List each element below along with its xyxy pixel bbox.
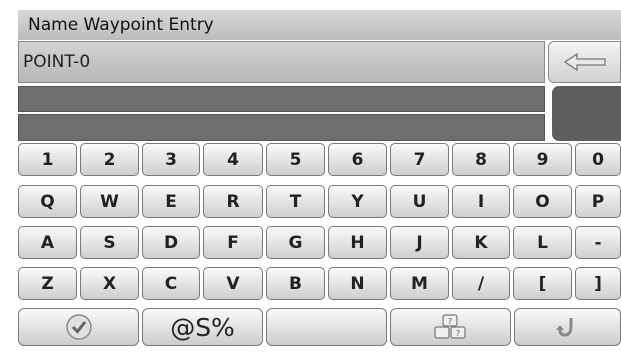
symbols-button[interactable]: @S%	[142, 308, 263, 346]
key-D[interactable]: D	[142, 226, 200, 259]
key-V[interactable]: V	[203, 267, 263, 300]
backspace-button[interactable]	[548, 41, 621, 83]
svg-text:?: ?	[447, 317, 451, 326]
key-F[interactable]: F	[203, 226, 263, 259]
key-X[interactable]: X	[80, 267, 139, 300]
key-2[interactable]: 2	[80, 143, 139, 176]
key-H[interactable]: H	[328, 226, 387, 259]
waypoint-entry-screen: Name Waypoint Entry POINT-0 1234567890 QW…	[0, 0, 621, 352]
key-B[interactable]: B	[266, 267, 325, 300]
space-button[interactable]	[266, 308, 387, 346]
key-P[interactable]: P	[575, 185, 621, 218]
key-3[interactable]: 3	[142, 143, 200, 176]
key-0[interactable]: 0	[575, 143, 621, 176]
key-I[interactable]: I	[452, 185, 510, 218]
keyboard-layout-icon: ? ?	[433, 314, 466, 339]
key-5[interactable]: 5	[266, 143, 325, 176]
key-T[interactable]: T	[266, 185, 325, 218]
key-O[interactable]: O	[513, 185, 572, 218]
key-W[interactable]: W	[80, 185, 139, 218]
key-[[interactable]: [	[513, 267, 572, 300]
key-/[interactable]: /	[452, 267, 510, 300]
key-Q[interactable]: Q	[18, 185, 77, 218]
key-4[interactable]: 4	[203, 143, 263, 176]
side-panel-button[interactable]	[552, 86, 621, 141]
key-E[interactable]: E	[142, 185, 200, 218]
key-1[interactable]: 1	[18, 143, 77, 176]
key-6[interactable]: 6	[328, 143, 387, 176]
key-Y[interactable]: Y	[328, 185, 387, 218]
key-U[interactable]: U	[390, 185, 449, 218]
key-C[interactable]: C	[142, 267, 200, 300]
back-arrow-icon	[563, 52, 606, 72]
suggestion-row-1[interactable]	[18, 86, 545, 112]
rotate-button[interactable]	[514, 308, 621, 346]
svg-text:?: ?	[455, 329, 459, 338]
key-N[interactable]: N	[328, 267, 387, 300]
key-7[interactable]: 7	[390, 143, 449, 176]
key-K[interactable]: K	[452, 226, 510, 259]
key-R[interactable]: R	[203, 185, 263, 218]
title-bar: Name Waypoint Entry	[18, 10, 621, 40]
key--[interactable]: -	[575, 226, 621, 259]
keyboard-layout-button[interactable]: ? ?	[390, 308, 511, 346]
key-G[interactable]: G	[266, 226, 325, 259]
key-Z[interactable]: Z	[18, 267, 77, 300]
key-9[interactable]: 9	[513, 143, 572, 176]
suggestion-row-2[interactable]	[18, 114, 545, 141]
key-][interactable]: ]	[575, 267, 621, 300]
checkmark-icon	[65, 314, 92, 340]
key-M[interactable]: M	[390, 267, 449, 300]
page-title: Name Waypoint Entry	[28, 15, 214, 35]
key-A[interactable]: A	[18, 226, 77, 259]
waypoint-name-field[interactable]: POINT-0	[18, 41, 545, 83]
key-S[interactable]: S	[80, 226, 139, 259]
key-8[interactable]: 8	[452, 143, 510, 176]
rotate-icon	[555, 318, 572, 337]
confirm-button[interactable]	[18, 308, 139, 346]
key-L[interactable]: L	[513, 226, 572, 259]
key-J[interactable]: J	[390, 226, 449, 259]
symbols-label: @S%	[170, 312, 235, 342]
